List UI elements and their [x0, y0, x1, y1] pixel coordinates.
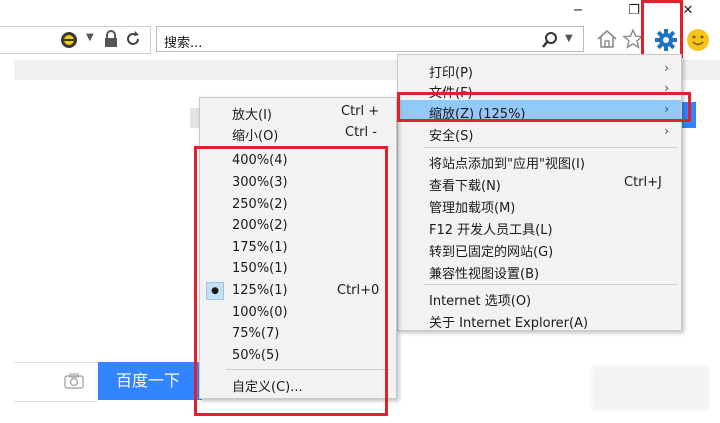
favorites-star-icon[interactable]: [622, 28, 644, 54]
settings-gear-icon[interactable]: [654, 28, 678, 56]
zoom-150-item[interactable]: 150%(1): [200, 258, 396, 280]
baidu-search-field[interactable]: [14, 362, 98, 402]
menu-separator: [424, 284, 677, 285]
zoom-custom-item[interactable]: 自定义(C)...: [200, 373, 396, 395]
submenu-arrow-icon: ›: [664, 81, 669, 95]
menu-item-add-site-apps[interactable]: 将站点添加到"应用"视图(I): [398, 150, 681, 172]
menu-item-f12-devtools[interactable]: F12 开发人员工具(L): [398, 216, 681, 238]
search-box[interactable]: 搜索... ▼: [156, 26, 584, 52]
zoom-submenu: 放大(I) Ctrl + 缩小(O) Ctrl - 400%(4) 300%(3…: [199, 97, 397, 399]
smiley-feedback-icon[interactable]: [686, 28, 710, 56]
minimize-button[interactable]: −: [566, 0, 590, 20]
camera-icon[interactable]: [64, 373, 84, 393]
menu-item-about-ie[interactable]: 关于 Internet Explorer(A): [398, 309, 681, 331]
address-bar[interactable]: ▼: [0, 26, 151, 54]
menu-item-manage-addons[interactable]: 管理加载项(M): [398, 194, 681, 216]
submenu-arrow-icon: ›: [664, 124, 669, 138]
menu-separator: [226, 369, 390, 370]
tools-menu: 打印(P) › 文件(F) › 缩放(Z) (125%) › 安全(S) › 将…: [397, 54, 682, 331]
zoom-in-item[interactable]: 放大(I) Ctrl +: [200, 101, 396, 123]
search-input[interactable]: 搜索...: [164, 32, 202, 51]
search-icon[interactable]: [541, 31, 559, 53]
zoom-400-item[interactable]: 400%(4): [200, 150, 396, 172]
submenu-arrow-icon: ›: [664, 102, 669, 116]
menu-item-print[interactable]: 打印(P) ›: [398, 59, 681, 81]
close-button[interactable]: ✕: [676, 0, 700, 20]
selected-bullet-icon: ●: [206, 282, 224, 300]
zoom-300-item[interactable]: 300%(3): [200, 172, 396, 194]
menu-item-compat-view-settings[interactable]: 兼容性视图设置(B): [398, 260, 681, 282]
dropdown-arrow-icon[interactable]: ▼: [86, 32, 94, 43]
zoom-out-item[interactable]: 缩小(O) Ctrl -: [200, 122, 396, 144]
menu-separator: [424, 147, 677, 148]
compat-view-icon[interactable]: [60, 31, 78, 53]
home-icon[interactable]: [596, 28, 618, 54]
zoom-250-item[interactable]: 250%(2): [200, 194, 396, 216]
page-blue-fragment: [682, 102, 696, 128]
menu-item-view-downloads[interactable]: 查看下载(N) Ctrl+J: [398, 172, 681, 194]
restore-button[interactable]: ❐: [622, 0, 646, 20]
zoom-200-item[interactable]: 200%(2): [200, 215, 396, 237]
menu-item-file[interactable]: 文件(F) ›: [398, 79, 681, 101]
blurred-watermark: [592, 366, 710, 410]
lock-icon[interactable]: [104, 30, 118, 52]
menu-item-internet-options[interactable]: Internet 选项(O): [398, 287, 681, 309]
zoom-75-item[interactable]: 75%(7): [200, 323, 396, 345]
baidu-search-button[interactable]: 百度一下: [98, 362, 202, 400]
refresh-icon[interactable]: [124, 30, 142, 52]
zoom-100-item[interactable]: 100%(0): [200, 302, 396, 324]
submenu-arrow-icon: ›: [664, 61, 669, 75]
menu-item-security[interactable]: 安全(S) ›: [398, 122, 681, 144]
menu-separator: [226, 146, 390, 147]
zoom-125-item[interactable]: ● 125%(1) Ctrl+0: [200, 280, 396, 302]
menu-item-zoom[interactable]: 缩放(Z) (125%) ›: [398, 100, 681, 122]
zoom-175-item[interactable]: 175%(1): [200, 237, 396, 259]
menu-item-pinned-sites[interactable]: 转到已固定的网站(G): [398, 238, 681, 260]
zoom-50-item[interactable]: 50%(5): [200, 345, 396, 367]
search-dropdown-icon[interactable]: ▼: [565, 33, 573, 44]
baidu-search-button-label: 百度一下: [116, 371, 181, 390]
